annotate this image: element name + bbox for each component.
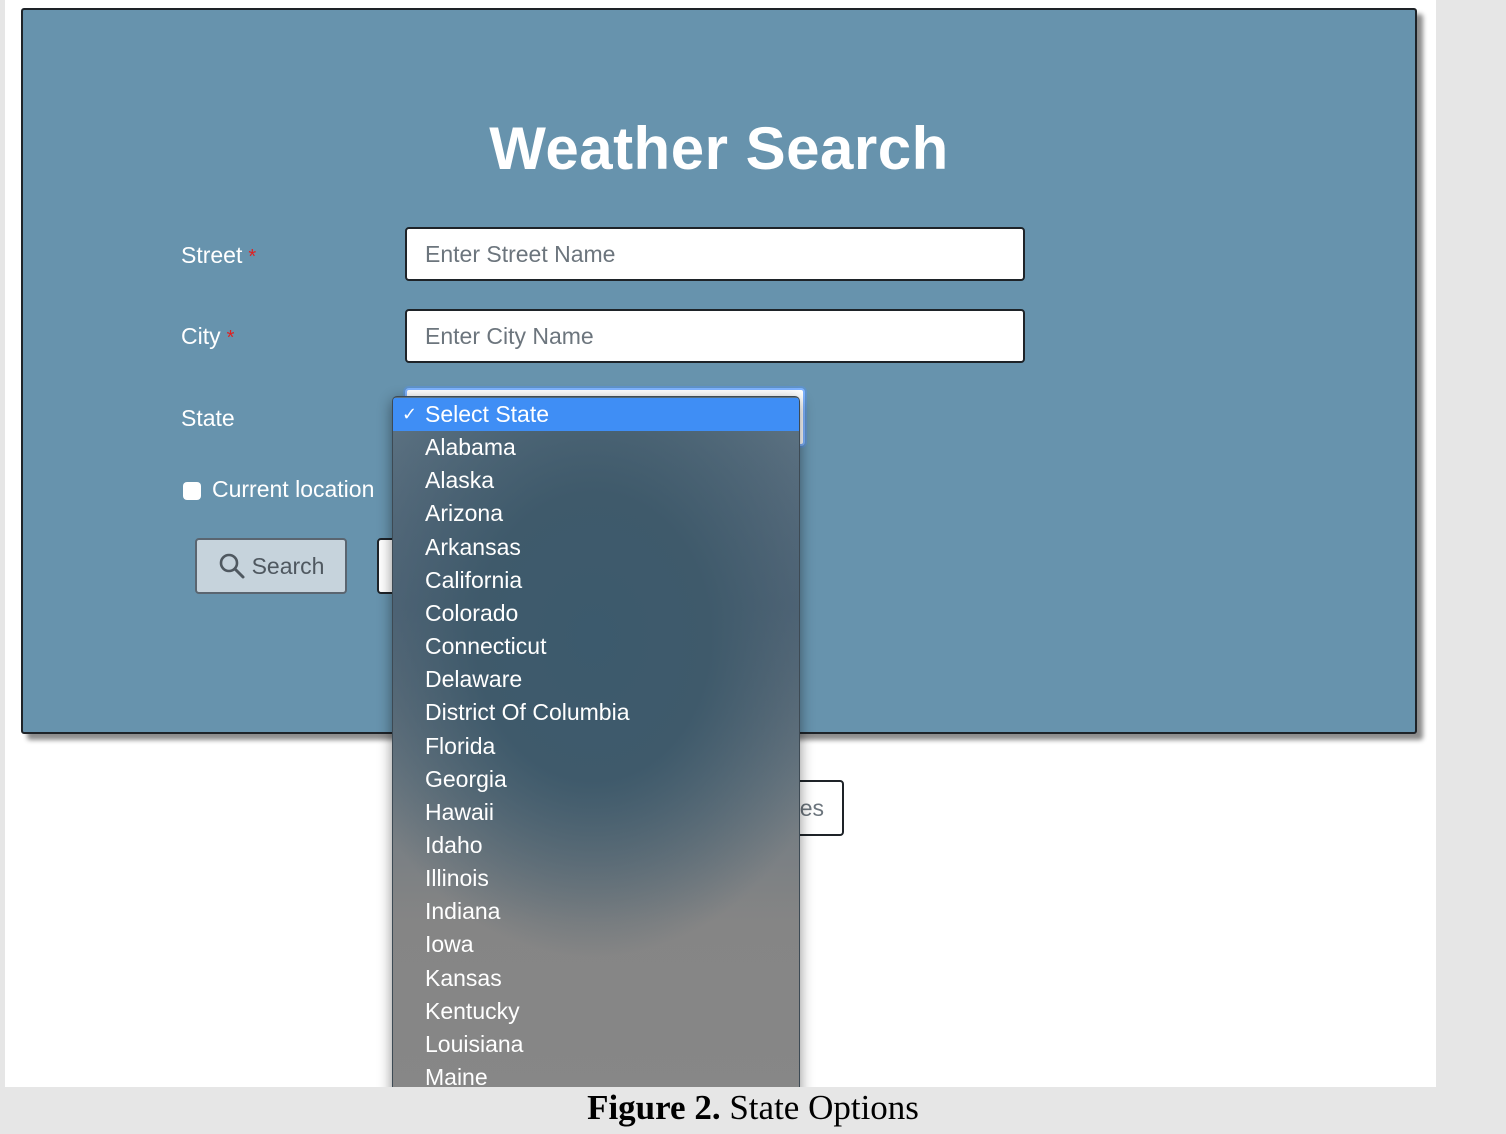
state-option[interactable]: Kentucky — [393, 995, 799, 1028]
search-button[interactable]: Search — [195, 538, 347, 594]
state-option[interactable]: Hawaii — [393, 796, 799, 829]
state-option[interactable]: Kansas — [393, 962, 799, 995]
state-option-label: Kansas — [425, 964, 502, 991]
state-option[interactable]: Indiana — [393, 895, 799, 928]
city-label: City * — [181, 323, 235, 349]
state-option[interactable]: District Of Columbia — [393, 696, 799, 729]
state-option[interactable]: Delaware — [393, 663, 799, 696]
search-button-label: Search — [251, 552, 325, 579]
state-option[interactable]: California — [393, 564, 799, 597]
state-option-label: Louisiana — [425, 1030, 524, 1057]
state-option-label: Delaware — [425, 666, 523, 693]
state-option-label: Illinois — [425, 865, 489, 892]
state-option[interactable]: Alaska — [393, 464, 799, 497]
state-option-label: Alaska — [425, 467, 495, 494]
state-option-label: Arizona — [425, 500, 503, 527]
state-option-label: Georgia — [425, 765, 507, 792]
city-input[interactable] — [405, 309, 1025, 363]
state-option[interactable]: Colorado — [393, 597, 799, 630]
required-marker: * — [226, 327, 235, 349]
state-option[interactable]: Louisiana — [393, 1028, 799, 1061]
state-option-label: Indiana — [425, 898, 501, 925]
street-label: Street * — [181, 242, 257, 268]
state-option[interactable]: Maine — [393, 1061, 799, 1087]
state-option-label: Maine — [425, 1064, 488, 1087]
state-option-label: Iowa — [425, 931, 474, 958]
state-option-label: Colorado — [425, 599, 519, 626]
caption-text: State Options — [720, 1088, 919, 1127]
state-label: State — [181, 405, 235, 431]
street-input[interactable] — [405, 227, 1025, 281]
state-option-label: Kentucky — [425, 997, 520, 1024]
state-option[interactable]: Alabama — [393, 431, 799, 464]
state-option-label: District Of Columbia — [425, 699, 630, 726]
state-option-label: Alabama — [425, 434, 516, 461]
state-option[interactable]: Iowa — [393, 928, 799, 961]
state-option[interactable]: Connecticut — [393, 630, 799, 663]
state-option-label: Select State — [425, 401, 550, 427]
state-option[interactable]: Arizona — [393, 497, 799, 530]
screenshot: Weather Search Street* City* State Curre… — [5, 0, 1436, 1087]
state-option-label: Arkansas — [425, 533, 521, 560]
state-option[interactable]: Arkansas — [393, 531, 799, 564]
state-dropdown-list[interactable]: ✓ Select State Alabama Alaska Arizona Arkansa… — [392, 396, 800, 1087]
state-option[interactable]: Florida — [393, 730, 799, 763]
state-option-label: Hawaii — [425, 798, 495, 825]
state-option[interactable]: ✓ Select State — [393, 398, 799, 432]
current-location-checkbox[interactable] — [183, 482, 201, 500]
state-option[interactable]: Idaho — [393, 829, 799, 862]
caption-prefix: Figure 2. — [587, 1088, 721, 1127]
search-icon — [219, 553, 245, 579]
required-marker: * — [248, 246, 257, 268]
figure-caption: Figure 2. State Options — [0, 1088, 1506, 1128]
checkmark-icon: ✓ — [402, 404, 418, 424]
current-location-label: Current location — [212, 476, 375, 502]
state-option-label: Connecticut — [425, 633, 547, 660]
state-option-label: California — [425, 566, 523, 593]
state-option[interactable]: Georgia — [393, 763, 799, 796]
state-option-label: Florida — [425, 732, 496, 759]
page-title: Weather Search — [489, 115, 949, 182]
state-option[interactable]: Illinois — [393, 862, 799, 895]
state-option-label: Idaho — [425, 831, 483, 858]
